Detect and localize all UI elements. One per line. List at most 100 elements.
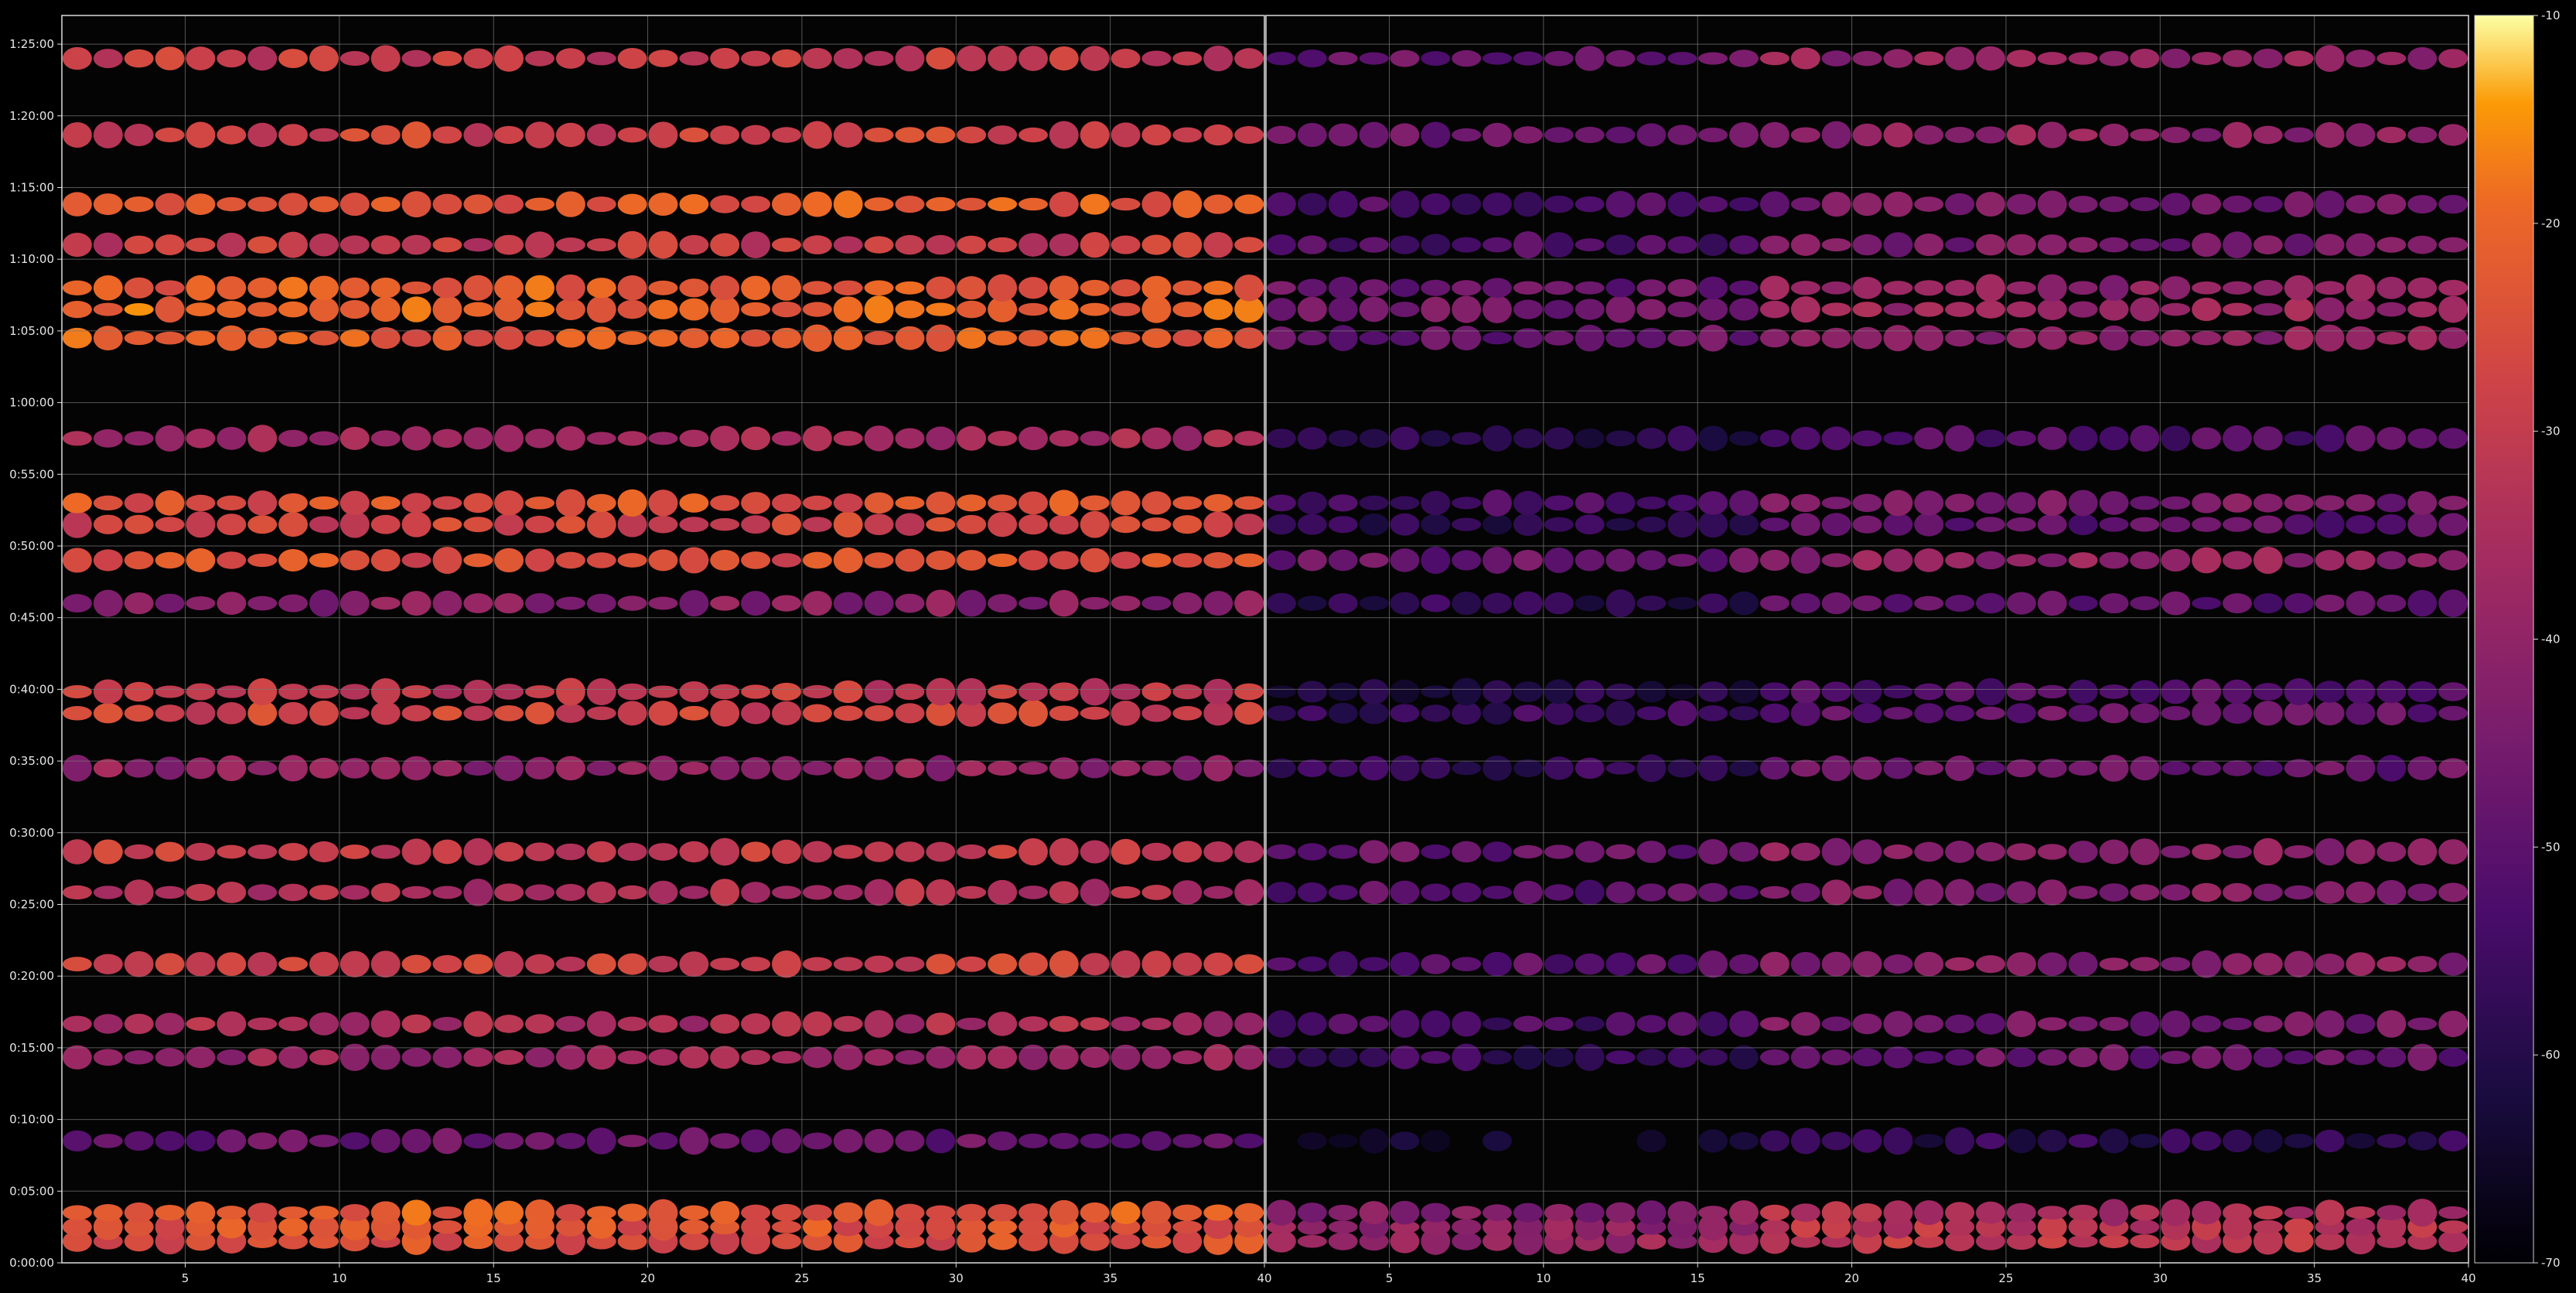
heat-cell-left — [926, 47, 956, 70]
heat-cell-left — [463, 1048, 493, 1067]
heat-cell-left — [741, 841, 771, 862]
heat-cell-right — [2099, 1016, 2129, 1032]
heat-cell-right — [1821, 513, 1851, 537]
heat-cell-right — [2161, 548, 2191, 572]
heat-cell-right — [2253, 125, 2283, 145]
heat-cell-left — [802, 48, 832, 70]
heat-cell-left — [833, 48, 863, 69]
heat-cell-left — [772, 275, 801, 301]
heat-cell-right — [1852, 277, 1882, 299]
heat-cell-right — [1852, 885, 1882, 899]
heat-cell-left — [247, 236, 278, 254]
heat-cell-left — [370, 549, 401, 571]
heat-cell-right — [1698, 882, 1728, 902]
y-tick-label: 0:40:00 — [9, 682, 54, 696]
heat-cell-left — [864, 1010, 894, 1038]
heat-cell-right — [2192, 298, 2222, 322]
heat-cell-left — [1141, 1046, 1172, 1070]
heat-cell-left — [309, 885, 339, 900]
heat-cell-left — [370, 950, 401, 978]
heat-cell-left — [1080, 548, 1110, 573]
heat-cell-right — [1266, 882, 1296, 903]
heat-cell-right — [2253, 546, 2283, 575]
heat-cell-left — [617, 299, 647, 319]
heat-cell-left — [278, 1016, 308, 1032]
heat-cell-right — [2407, 1199, 2438, 1227]
heat-cell-right — [1390, 952, 1420, 977]
heat-cell-left — [247, 277, 278, 299]
heat-cell-right — [1976, 882, 2005, 902]
heat-cell-right — [2130, 1234, 2160, 1249]
heat-cell-right — [2284, 759, 2314, 778]
heat-cell-left — [186, 1201, 216, 1224]
heat-cell-left — [247, 515, 278, 534]
heat-cell-right — [1759, 517, 1790, 531]
heat-cell-right — [2407, 1017, 2438, 1031]
heat-cell-right — [2192, 1200, 2222, 1225]
heat-cell-left — [432, 325, 462, 351]
heat-cell-right — [2253, 953, 2283, 976]
heat-cell-right — [1575, 841, 1605, 863]
heat-cell-right — [2223, 551, 2252, 570]
heat-cell-right — [2346, 1014, 2376, 1034]
heat-cell-right — [2315, 550, 2345, 571]
heat-cell-left — [155, 517, 185, 533]
y-tick-label: 1:00:00 — [9, 396, 54, 410]
heat-cell-left — [1172, 231, 1203, 258]
heat-cell-right — [1266, 192, 1296, 217]
heat-cell-right — [1605, 1012, 1636, 1036]
heat-cell-right — [1883, 844, 1913, 859]
heat-cell-left — [309, 431, 339, 446]
heat-cell-left — [463, 237, 493, 252]
heat-cell-right — [2068, 128, 2098, 142]
heat-cell-left — [1141, 124, 1172, 146]
heat-cell-left — [339, 277, 370, 299]
heat-cell-left — [155, 841, 185, 862]
heat-cell-left — [1141, 842, 1172, 861]
x-tick-label: 40 — [2461, 1271, 2475, 1285]
heat-cell-left — [1018, 952, 1048, 976]
heat-cell-right — [1976, 1013, 2005, 1035]
heat-cell-left — [1234, 1133, 1264, 1149]
heat-cell-right — [2006, 301, 2036, 318]
heat-cell-right — [2068, 196, 2098, 213]
heat-cell-left — [217, 551, 247, 569]
heat-cell-left — [586, 881, 616, 904]
heat-cell-left — [309, 330, 339, 346]
heat-cell-left — [648, 596, 678, 610]
heat-cell-right — [1359, 957, 1389, 971]
heat-cell-left — [957, 276, 987, 300]
heat-cell-left — [401, 838, 432, 865]
heat-cell-left — [648, 1049, 678, 1066]
heat-cell-right — [2346, 123, 2376, 147]
heat-cell-right — [1605, 518, 1636, 531]
heat-cell-right — [1575, 238, 1605, 251]
heat-cell-left — [339, 707, 370, 720]
heat-cell-left — [370, 596, 401, 610]
heat-cell-left — [155, 953, 185, 975]
heat-cell-right — [1729, 1131, 1759, 1150]
heat-cell-right — [2037, 274, 2067, 302]
heat-cell-right — [2376, 302, 2407, 317]
heat-cell-right — [1297, 843, 1327, 861]
heat-cell-left — [710, 684, 740, 700]
heat-cell-right — [2037, 844, 2067, 860]
heat-cell-right — [1390, 679, 1420, 704]
heat-cell-right — [1297, 1012, 1327, 1036]
heat-cell-right — [1667, 494, 1697, 512]
heat-cell-right — [1759, 549, 1790, 571]
heat-cell-right — [1605, 278, 1636, 298]
heat-cell-right — [1328, 1204, 1358, 1221]
heat-cell-right — [1759, 493, 1790, 513]
heat-cell-left — [741, 302, 771, 317]
heat-cell-right — [1698, 593, 1728, 613]
heat-cell-right — [2315, 1010, 2345, 1038]
heat-cell-left — [957, 45, 987, 72]
heat-cell-left — [833, 326, 863, 350]
heat-cell-right — [1390, 1131, 1420, 1151]
heat-cell-left — [648, 1015, 678, 1033]
heat-cell-left — [1018, 550, 1048, 571]
heat-cell-left — [864, 492, 894, 514]
heat-cell-right — [1759, 1130, 1790, 1152]
heat-cell-left — [1172, 756, 1203, 781]
